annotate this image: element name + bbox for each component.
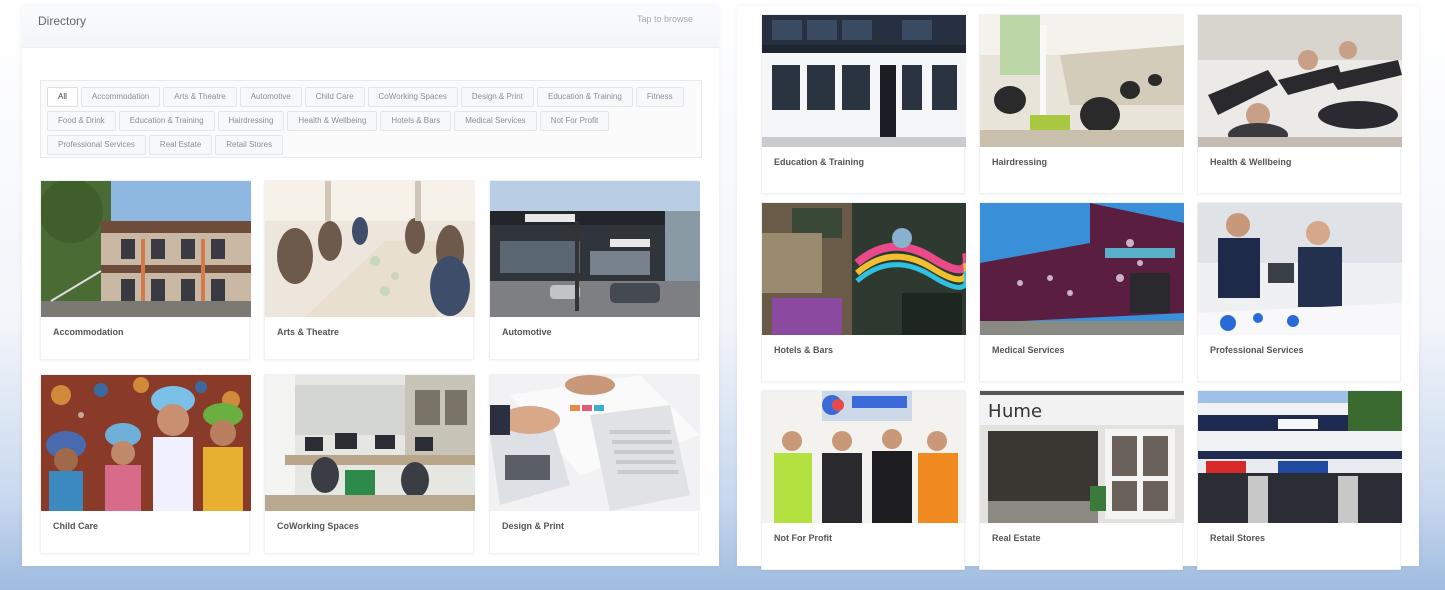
category-card-medical[interactable]: Medical Services [979, 202, 1184, 382]
photo-shopfront: H ume [980, 391, 1184, 523]
photo-office [265, 375, 475, 511]
category-card-health[interactable]: Health & Wellbeing [1197, 14, 1402, 194]
category-label: Automotive [502, 327, 552, 337]
category-card-child-care[interactable]: Child Care [40, 374, 251, 554]
filter-chip[interactable]: Child Care [304, 87, 365, 107]
category-label: Education & Training [774, 157, 865, 167]
svg-text:H: H [988, 401, 1002, 422]
category-label: Medical Services [992, 345, 1065, 355]
category-label: CoWorking Spaces [277, 521, 359, 531]
filter-chip[interactable]: Accommodation [80, 87, 161, 107]
category-label: Professional Services [1210, 345, 1304, 355]
filter-chip[interactable]: Real Estate [148, 135, 213, 155]
photo-fitness [1198, 15, 1402, 147]
photo-retail-street [1198, 391, 1402, 523]
filter-chip[interactable]: Food & Drink [47, 111, 116, 131]
category-card-hotels-bars[interactable]: Hotels & Bars [761, 202, 966, 382]
filter-chip[interactable]: Hairdressing [217, 111, 285, 131]
directory-header: Directory Tap to browse [22, 6, 719, 48]
category-label: Design & Print [502, 521, 565, 531]
category-label: Accommodation [53, 327, 124, 337]
filter-chip[interactable]: Automotive [239, 87, 302, 107]
filter-chip[interactable]: Hotels & Bars [380, 111, 452, 131]
photo-workshop [265, 181, 475, 317]
category-card-real-estate[interactable]: H ume Real Estate [979, 390, 1184, 570]
filter-chip[interactable]: Medical Services [454, 111, 537, 131]
category-card-hairdressing[interactable]: Hairdressing [979, 14, 1184, 194]
directory-panel-left: Directory Tap to browse All Accommodation… [22, 6, 719, 566]
category-label: Hairdressing [992, 157, 1048, 167]
filter-chip[interactable]: Health & Wellbeing [287, 111, 378, 131]
filter-chip[interactable]: CoWorking Spaces [367, 87, 458, 107]
photo-keyboard [490, 375, 700, 511]
filter-chip[interactable]: Retail Stores [215, 135, 284, 155]
filter-chip[interactable]: Education & Training [118, 111, 215, 131]
category-card-coworking[interactable]: CoWorking Spaces [264, 374, 475, 554]
photo-volunteers [762, 391, 966, 523]
category-label: Health & Wellbeing [1210, 157, 1292, 167]
photo-meeting [1198, 203, 1402, 335]
filter-chip[interactable]: Education & Training [536, 87, 633, 107]
filter-chip[interactable]: Not For Profit [539, 111, 610, 131]
category-card-design-print[interactable]: Design & Print [489, 374, 700, 554]
category-label: Not For Profit [774, 533, 832, 543]
category-card-arts[interactable]: Arts & Theatre [264, 180, 475, 360]
category-card-education[interactable]: Education & Training [761, 14, 966, 194]
photo-motel [41, 181, 251, 317]
photo-car-dealer [490, 181, 700, 317]
svg-text:ume: ume [1002, 401, 1042, 422]
filter-chip[interactable]: All [47, 87, 78, 107]
category-label: Retail Stores [1210, 533, 1266, 543]
photo-building [762, 15, 966, 147]
filter-chip[interactable]: Professional Services [47, 135, 146, 155]
category-card-not-for-profit[interactable]: Not For Profit [761, 390, 966, 570]
photo-salon [980, 15, 1184, 147]
category-label: Child Care [53, 521, 99, 531]
category-card-automotive[interactable]: Automotive [489, 180, 700, 360]
category-label: Hotels & Bars [774, 345, 834, 355]
category-label: Real Estate [992, 533, 1041, 543]
category-filter-bar: All Accommodation Arts & Theatre Automotive… [40, 80, 702, 158]
filter-chip[interactable]: Arts & Theatre [163, 87, 237, 107]
photo-bar [762, 203, 966, 335]
category-label: Arts & Theatre [277, 327, 340, 337]
category-card-retail[interactable]: Retail Stores [1197, 390, 1402, 570]
filter-chip[interactable]: Design & Print [460, 87, 534, 107]
category-card-accommodation[interactable]: Accommodation [40, 180, 251, 360]
header-link[interactable]: Tap to browse [637, 14, 693, 24]
directory-panel-right: Education & Training Hairdressing Health… [737, 6, 1419, 570]
page-title: Directory [38, 14, 87, 28]
photo-children [41, 375, 251, 511]
filter-chip[interactable]: Fitness [635, 87, 684, 107]
photo-medical-building [980, 203, 1184, 335]
category-card-professional[interactable]: Professional Services [1197, 202, 1402, 382]
